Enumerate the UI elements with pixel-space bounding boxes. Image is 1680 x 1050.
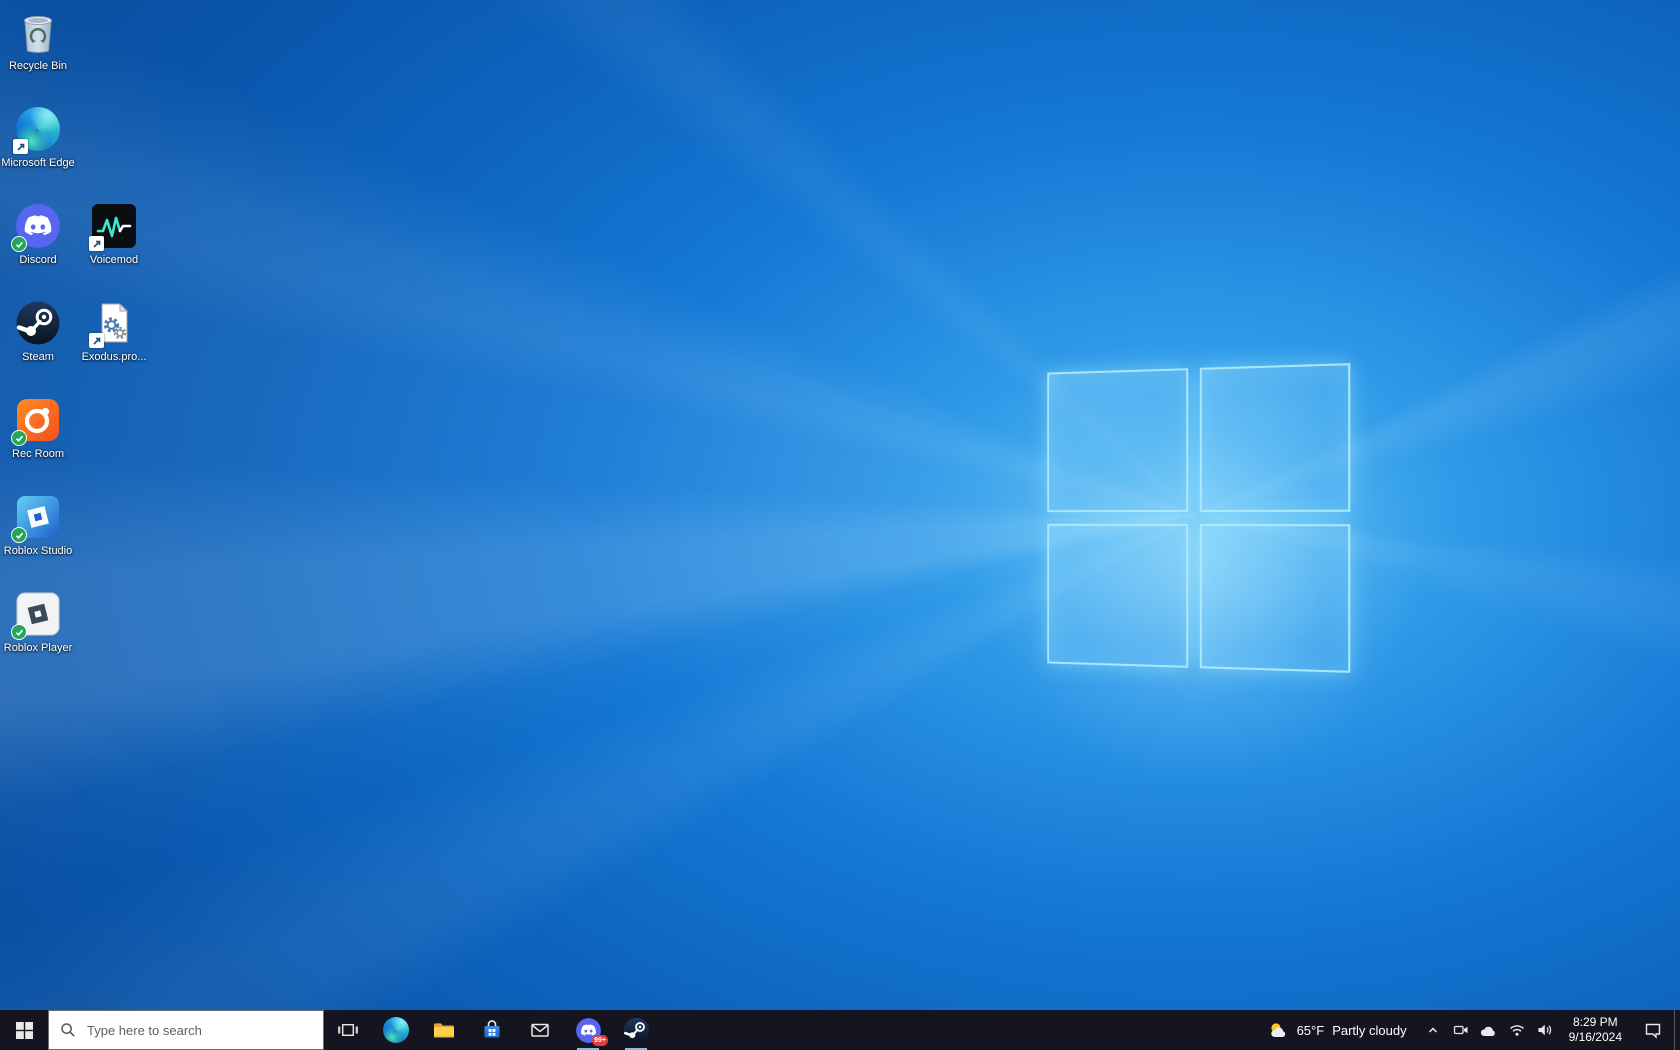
windows-logo-pane-top-right — [1199, 363, 1351, 512]
sync-check-icon — [11, 236, 27, 252]
taskbar-clock[interactable]: 8:29 PM 9/16/2024 — [1559, 1010, 1632, 1050]
mail-icon — [531, 1023, 549, 1037]
speaker-icon — [1538, 1024, 1551, 1036]
shortcut-arrow-icon — [13, 139, 28, 154]
search-input[interactable] — [85, 1021, 312, 1039]
network-button[interactable] — [1503, 1010, 1531, 1050]
task-view-icon — [338, 1023, 358, 1037]
steam-icon — [623, 1017, 649, 1043]
desktop-icon-discord[interactable]: Discord — [0, 202, 76, 267]
discord-icon — [11, 202, 62, 252]
search-icon — [60, 1022, 76, 1038]
settings-file-icon — [89, 299, 138, 348]
desktop-icon-label: Voicemod — [89, 254, 139, 266]
desktop-icon-roblox-player[interactable]: Roblox Player — [0, 590, 76, 655]
file-explorer-button[interactable] — [420, 1010, 468, 1050]
microsoft-store-icon — [484, 1020, 500, 1038]
desktop-icon-label: Roblox Player — [3, 642, 73, 654]
hidden-icons-button[interactable] — [1419, 1010, 1447, 1050]
desktop-icon-label: Discord — [19, 254, 57, 266]
taskbar: 99+ — [0, 1010, 1680, 1050]
wifi-icon — [1509, 1025, 1524, 1036]
rec-room-icon — [11, 396, 62, 446]
wallpaper-light-wedge — [0, 0, 1680, 1010]
sync-check-icon — [11, 430, 27, 446]
clock-date: 9/16/2024 — [1568, 1030, 1622, 1044]
shortcut-arrow-icon — [89, 333, 104, 348]
start-button[interactable] — [0, 1010, 48, 1050]
microsoft-store-button[interactable] — [468, 1010, 516, 1050]
mail-button[interactable] — [516, 1010, 564, 1050]
desktop[interactable]: Recycle Bin Microsoft Edge Discord Voice… — [0, 0, 1680, 1050]
sync-check-icon — [11, 624, 27, 640]
roblox-player-icon — [11, 590, 62, 640]
search-box[interactable] — [48, 1010, 324, 1050]
show-desktop-button[interactable] — [1674, 1010, 1680, 1050]
recycle-bin-icon — [14, 8, 62, 56]
action-center-icon — [1645, 1023, 1661, 1039]
wallpaper — [0, 0, 1680, 1010]
desktop-icon-steam[interactable]: Steam — [0, 299, 76, 364]
desktop-icon-label: Steam — [22, 351, 54, 363]
shortcut-arrow-icon — [89, 236, 104, 251]
weather-condition: Partly cloudy — [1332, 1022, 1407, 1038]
weather-widget[interactable]: 65°F Partly cloudy — [1255, 1010, 1419, 1050]
edge-icon — [383, 1017, 409, 1043]
file-explorer-icon — [434, 1023, 454, 1038]
steam-icon — [14, 299, 62, 347]
discord-taskbar-button[interactable]: 99+ — [564, 1010, 612, 1050]
steam-taskbar-button[interactable] — [612, 1010, 660, 1050]
desktop-icon-label: Rec Room — [12, 448, 64, 460]
voicemod-icon — [89, 202, 138, 251]
edge-taskbar-button[interactable] — [372, 1010, 420, 1050]
windows-logo-pane-top-left — [1047, 368, 1189, 513]
task-view-button[interactable] — [324, 1010, 372, 1050]
desktop-icon-label: Roblox Studio — [3, 545, 73, 557]
desktop-icon-recycle-bin[interactable]: Recycle Bin — [0, 8, 76, 73]
weather-sun-cloud-icon — [1267, 1020, 1289, 1040]
windows-logo — [1047, 363, 1351, 673]
desktop-icon-microsoft-edge[interactable]: Microsoft Edge — [0, 105, 76, 170]
clock-time: 8:29 PM — [1572, 1015, 1618, 1029]
weather-temperature: 65°F — [1296, 1022, 1325, 1038]
camera-icon — [1453, 1025, 1468, 1035]
chevron-up-icon — [1428, 1027, 1437, 1033]
volume-button[interactable] — [1531, 1010, 1559, 1050]
onedrive-button[interactable] — [1475, 1010, 1503, 1050]
windows-start-icon — [15, 1021, 33, 1039]
desktop-icon-exodus[interactable]: Exodus.pro... — [76, 299, 152, 364]
desktop-icon-roblox-studio[interactable]: Roblox Studio — [0, 493, 76, 558]
taskbar-right-cluster: 65°F Partly cloudy 8:29 PM 9/16/2024 — [1255, 1010, 1680, 1050]
windows-logo-pane-bottom-right — [1199, 524, 1351, 673]
edge-icon — [13, 105, 62, 154]
desktop-icon-label: Microsoft Edge — [1, 157, 75, 169]
cloud-icon — [1481, 1026, 1495, 1036]
discord-notification-badge: 99+ — [592, 1035, 608, 1046]
meet-now-button[interactable] — [1447, 1010, 1475, 1050]
desktop-icon-label: Exodus.pro... — [81, 351, 147, 363]
sync-check-icon — [11, 527, 27, 543]
windows-logo-pane-bottom-left — [1047, 523, 1189, 668]
desktop-icon-rec-room[interactable]: Rec Room — [0, 396, 76, 461]
desktop-icon-voicemod[interactable]: Voicemod — [76, 202, 152, 267]
desktop-icon-label: Recycle Bin — [8, 60, 68, 72]
roblox-studio-icon — [11, 493, 62, 543]
action-center-button[interactable] — [1632, 1010, 1674, 1050]
